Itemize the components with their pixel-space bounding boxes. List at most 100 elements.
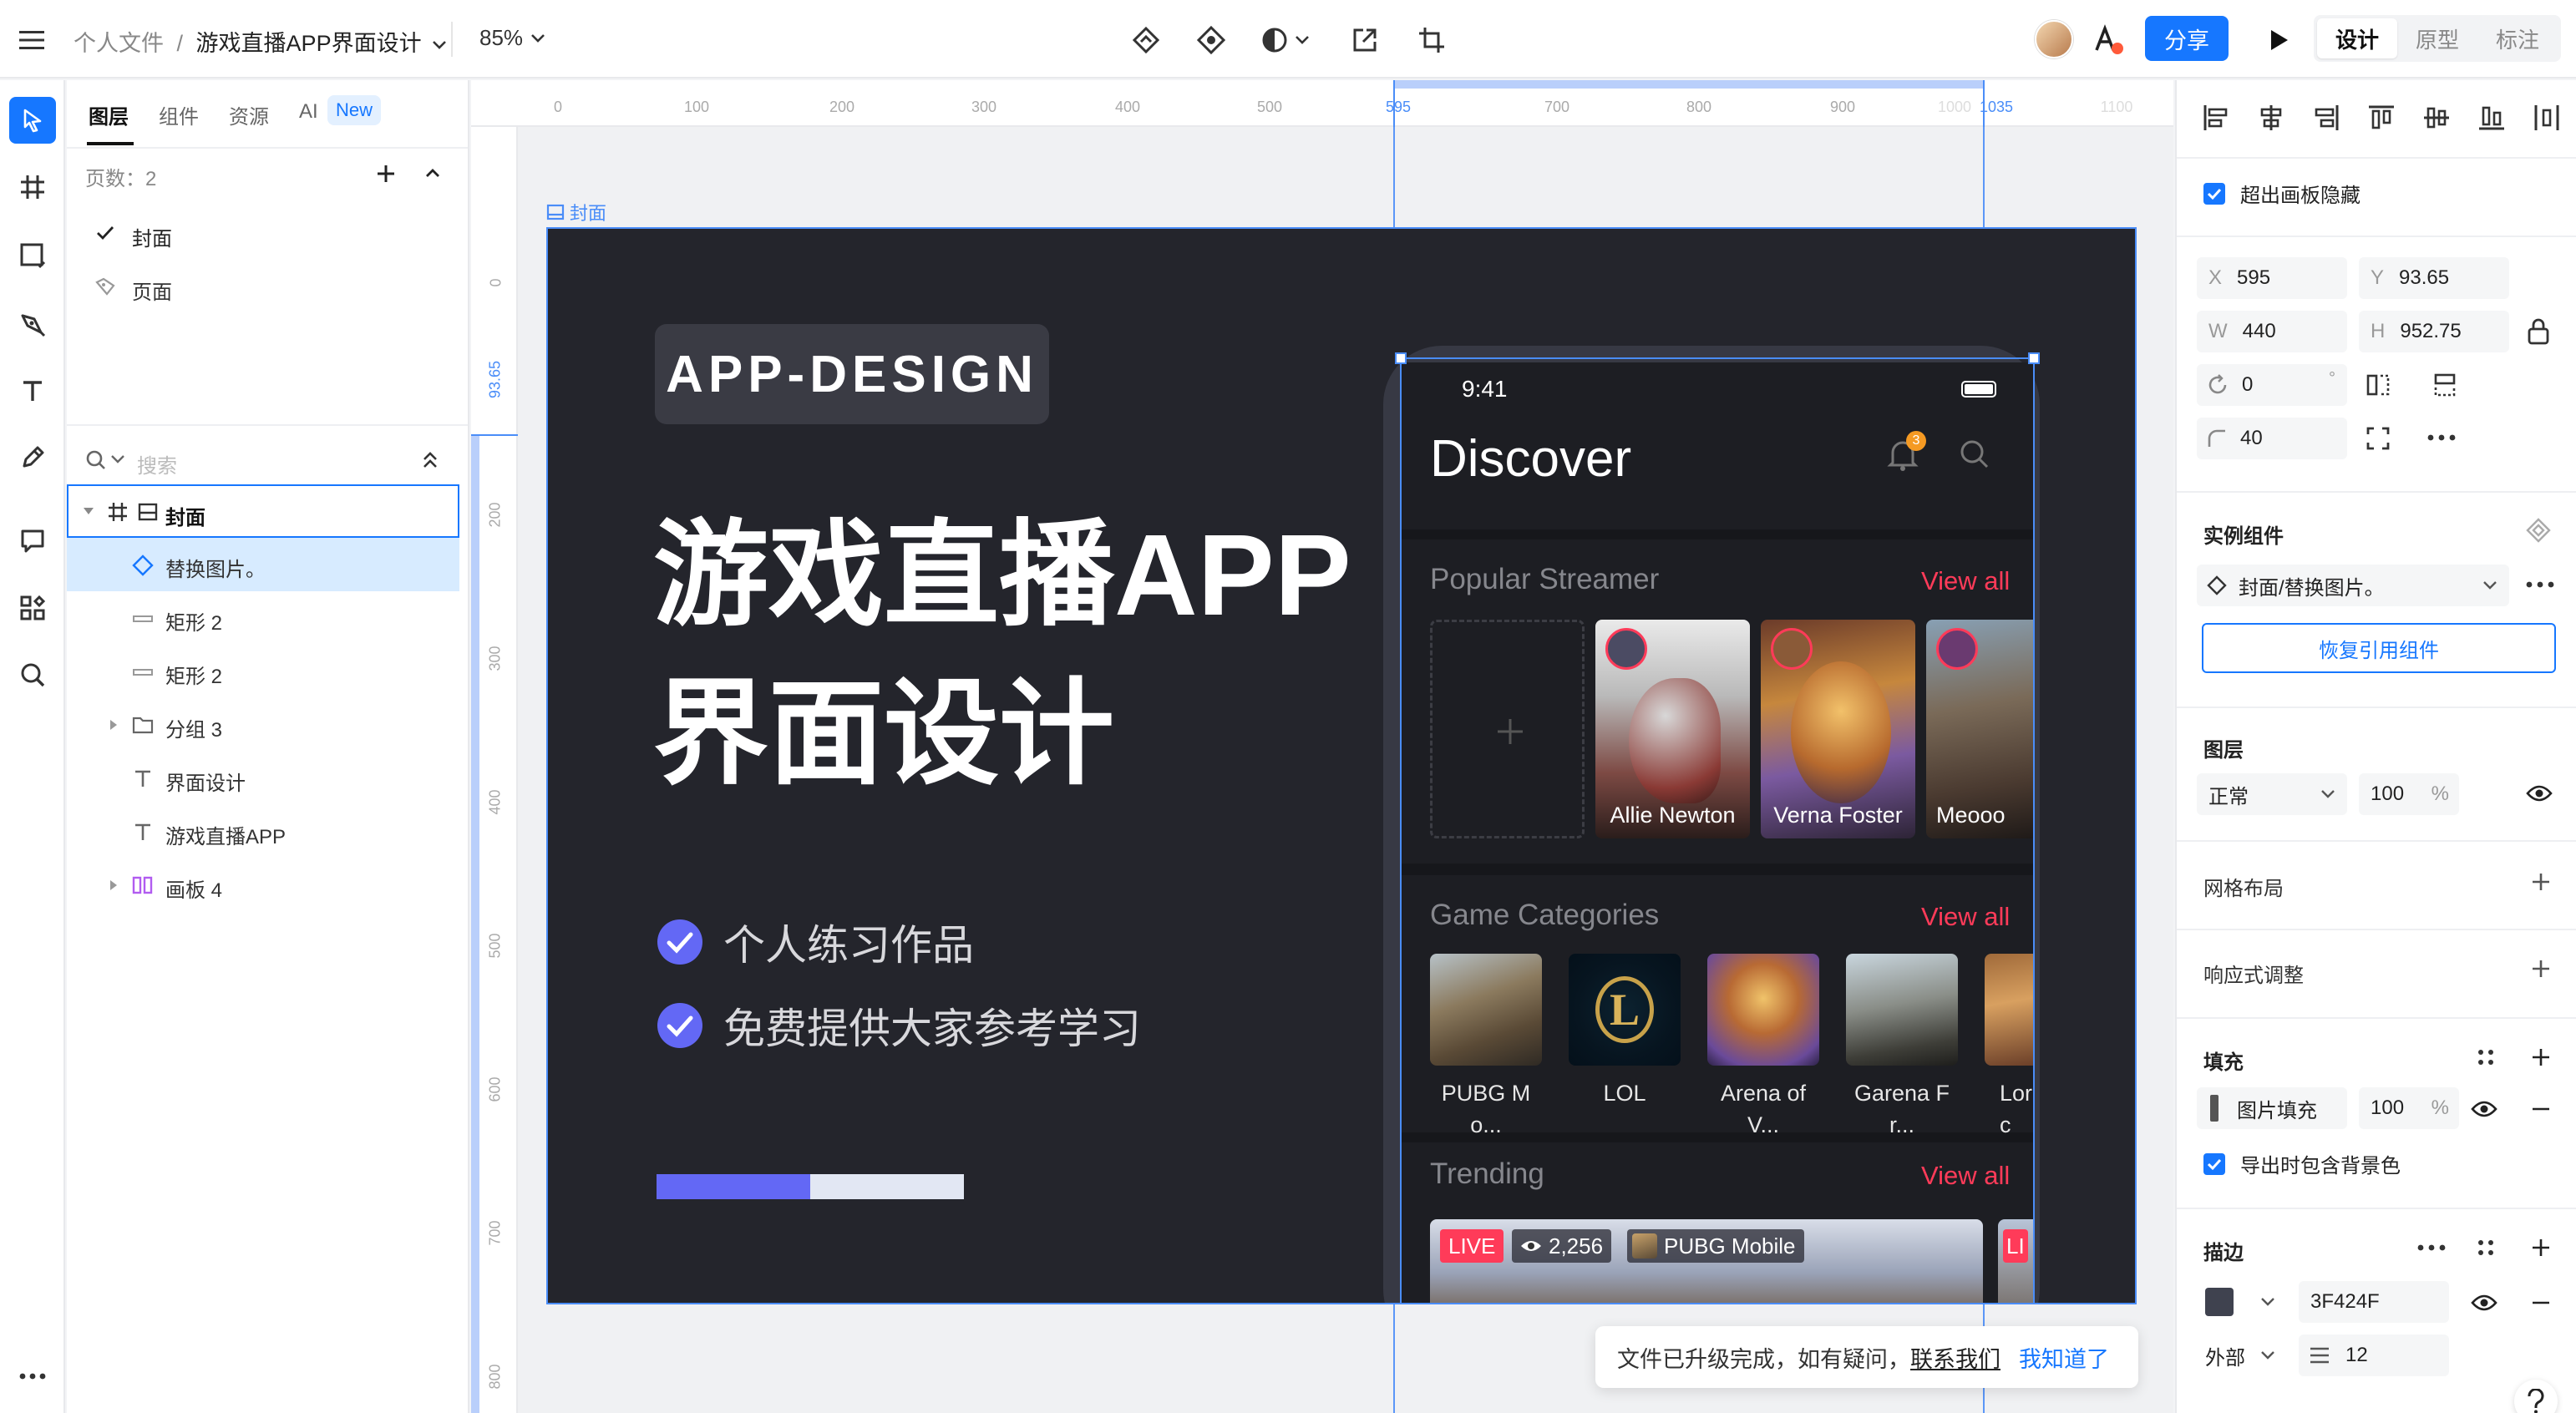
menu-icon[interactable] bbox=[15, 23, 48, 57]
expand-caret-icon[interactable] bbox=[82, 506, 95, 516]
search-icon[interactable] bbox=[1958, 438, 1991, 471]
lock-icon[interactable] bbox=[2526, 317, 2551, 346]
add-streamer-card[interactable] bbox=[1430, 620, 1585, 838]
remove-fill-icon[interactable] bbox=[2529, 1099, 2553, 1119]
search-input[interactable]: 搜索 bbox=[137, 449, 177, 479]
tab-components[interactable]: 组件 bbox=[159, 100, 199, 129]
pencil-tool-icon[interactable] bbox=[9, 434, 56, 481]
search-icon[interactable] bbox=[9, 651, 56, 698]
align-center-h-icon[interactable] bbox=[2257, 104, 2285, 132]
restore-component-button[interactable]: 恢复引用组件 bbox=[2202, 623, 2556, 673]
layer-search[interactable]: 搜索 bbox=[82, 439, 449, 481]
export-icon[interactable] bbox=[1346, 22, 1383, 58]
align-left-icon[interactable] bbox=[2202, 104, 2230, 132]
layer-row[interactable]: 画板 4 bbox=[67, 858, 459, 912]
distribute-icon[interactable] bbox=[2533, 104, 2561, 132]
zoom-select[interactable]: 85% bbox=[479, 25, 546, 51]
layer-row[interactable]: 游戏直播APP bbox=[67, 805, 459, 858]
add-stroke-icon[interactable] bbox=[2529, 1236, 2553, 1259]
x-field[interactable]: X 595 bbox=[2197, 257, 2347, 299]
align-top-icon[interactable] bbox=[2367, 104, 2396, 132]
chevron-down-icon[interactable] bbox=[431, 39, 448, 51]
trending-stream-card[interactable]: LI bbox=[1998, 1219, 2033, 1303]
component-icon[interactable] bbox=[1193, 22, 1230, 58]
select-tool-icon[interactable] bbox=[9, 97, 56, 144]
align-bottom-icon[interactable] bbox=[2477, 104, 2506, 132]
stroke-width-field[interactable]: 12 bbox=[2299, 1334, 2449, 1376]
y-field[interactable]: Y 93.65 bbox=[2359, 257, 2509, 299]
contact-link[interactable]: 联系我们 bbox=[1910, 1341, 2000, 1374]
streamer-card[interactable]: Verna Foster bbox=[1761, 620, 1915, 838]
game-item[interactable]: Arena of V... bbox=[1707, 954, 1819, 1141]
layer-row-component[interactable]: 替换图片。 bbox=[67, 538, 459, 591]
rotation-field[interactable]: 0 ° bbox=[2197, 364, 2347, 406]
page-item-cover[interactable]: 封面 bbox=[67, 214, 468, 252]
eye-icon[interactable] bbox=[2471, 1293, 2497, 1313]
checkbox-checked-icon[interactable] bbox=[2203, 182, 2225, 205]
artboard-cover[interactable]: APP-DESIGN 游戏直播APP 界面设计 个人练习作品 免费提供大家参考学… bbox=[546, 227, 2137, 1304]
view-all-link[interactable]: View all bbox=[1921, 902, 2010, 932]
mode-tab-design[interactable]: 设计 bbox=[2317, 18, 2397, 58]
flip-horizontal-icon[interactable] bbox=[2366, 372, 2391, 398]
share-button[interactable]: 分享 bbox=[2145, 16, 2229, 61]
mode-tab-prototype[interactable]: 原型 bbox=[2397, 18, 2477, 58]
pen-tool-icon[interactable] bbox=[9, 301, 56, 347]
acknowledge-button[interactable]: 我知道了 bbox=[2019, 1341, 2109, 1374]
align-right-icon[interactable] bbox=[2312, 104, 2340, 132]
stroke-color-picker[interactable] bbox=[2197, 1281, 2284, 1323]
instance-select[interactable]: 封面/替换图片。 bbox=[2197, 565, 2509, 606]
crop-icon[interactable] bbox=[1413, 22, 1450, 58]
layer-row[interactable]: 界面设计 bbox=[67, 752, 459, 805]
tab-assets[interactable]: 资源 bbox=[229, 100, 269, 129]
theme-toggle-icon[interactable] bbox=[1256, 22, 1315, 58]
add-responsive-icon[interactable] bbox=[2529, 957, 2553, 980]
add-fill-icon[interactable] bbox=[2529, 1046, 2553, 1069]
eye-icon[interactable] bbox=[2526, 783, 2553, 803]
font-icon[interactable] bbox=[2090, 22, 2127, 58]
export-bg-option[interactable]: 导出时包含背景色 bbox=[2203, 1149, 2401, 1178]
frame-tool-icon[interactable] bbox=[9, 164, 56, 210]
streamer-card[interactable]: Allie Newton bbox=[1595, 620, 1750, 838]
flip-vertical-icon[interactable] bbox=[2432, 372, 2457, 398]
fill-styles-icon[interactable] bbox=[2474, 1046, 2497, 1069]
add-page-icon[interactable] bbox=[371, 159, 401, 189]
page-item-page[interactable]: 页面 bbox=[67, 267, 468, 306]
shape-tool-icon[interactable] bbox=[9, 232, 56, 279]
stroke-more-icon[interactable] bbox=[2417, 1244, 2446, 1251]
game-item[interactable]: PUBG Mo... bbox=[1430, 954, 1542, 1141]
game-item[interactable]: Garena Fr... bbox=[1846, 954, 1958, 1141]
expand-caret-icon[interactable] bbox=[109, 879, 119, 892]
layer-row[interactable]: 矩形 2 bbox=[67, 591, 459, 645]
resize-handle[interactable] bbox=[2028, 352, 2040, 364]
game-item[interactable]: L LOL bbox=[1569, 954, 1681, 1109]
opacity-field[interactable]: 100% bbox=[2359, 773, 2459, 815]
remove-stroke-icon[interactable] bbox=[2529, 1293, 2553, 1313]
comment-tool-icon[interactable] bbox=[9, 518, 56, 565]
fill-type-field[interactable]: 图片填充 bbox=[2197, 1087, 2347, 1129]
expand-caret-icon[interactable] bbox=[109, 718, 119, 732]
corner-radius-field[interactable]: 40 bbox=[2197, 418, 2347, 459]
artboard-label[interactable]: 封面 bbox=[546, 199, 606, 225]
mode-tab-annotate[interactable]: 标注 bbox=[2477, 18, 2558, 58]
trending-stream-card[interactable]: LIVE 2,256 PUBG Mobile bbox=[1430, 1219, 1983, 1303]
undo-history-icon[interactable] bbox=[1128, 22, 1164, 58]
layer-row[interactable]: 矩形 2 bbox=[67, 645, 459, 698]
more-options-icon[interactable] bbox=[2427, 434, 2456, 441]
width-field[interactable]: W 440 bbox=[2197, 311, 2347, 352]
height-field[interactable]: H 952.75 bbox=[2359, 311, 2509, 352]
blend-mode-select[interactable]: 正常 bbox=[2197, 773, 2347, 815]
layer-row-frame[interactable]: 封面 bbox=[67, 484, 459, 538]
collapse-pages-icon[interactable] bbox=[418, 159, 448, 189]
fill-opacity-field[interactable]: 100% bbox=[2359, 1087, 2459, 1129]
streamer-card[interactable]: Meooo bbox=[1926, 620, 2033, 838]
align-center-v-icon[interactable] bbox=[2422, 104, 2451, 132]
help-button[interactable] bbox=[2514, 1380, 2558, 1413]
tab-ai[interactable]: AI bbox=[299, 100, 318, 124]
layer-row[interactable]: 分组 3 bbox=[67, 698, 459, 752]
play-icon[interactable] bbox=[2260, 22, 2297, 58]
more-icon[interactable] bbox=[9, 1353, 56, 1400]
stroke-position-select[interactable]: 外部 bbox=[2197, 1334, 2284, 1376]
independent-corners-icon[interactable] bbox=[2366, 426, 2391, 451]
add-grid-icon[interactable] bbox=[2529, 870, 2553, 894]
eye-icon[interactable] bbox=[2471, 1099, 2497, 1119]
